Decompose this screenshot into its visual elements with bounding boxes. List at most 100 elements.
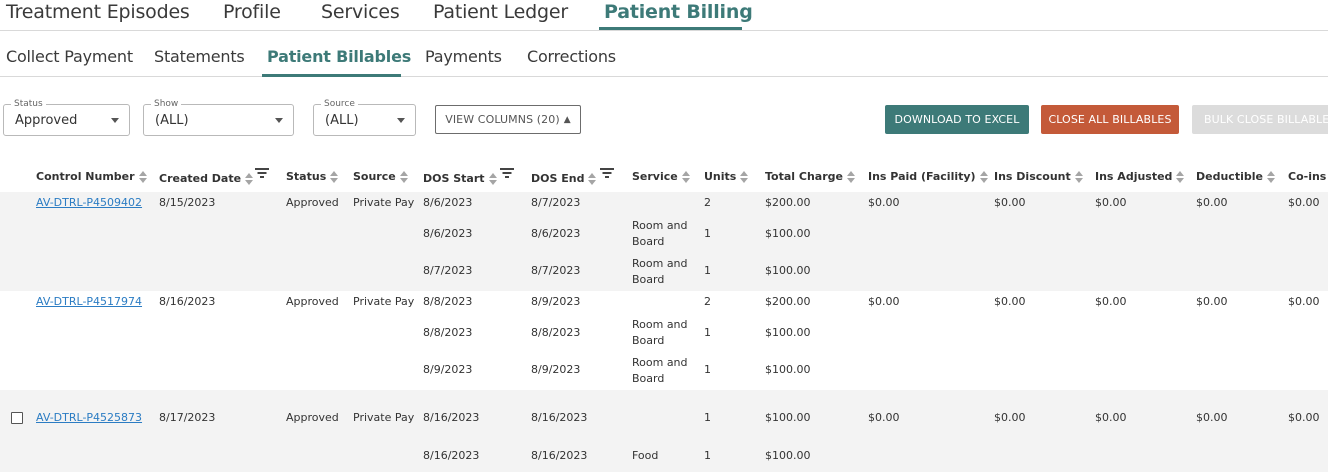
detail-dos-start-cell: 8/9/2023 [423, 363, 473, 376]
detail-service-cell: Room and Board [632, 257, 688, 286]
column-header-label: Co-ins [1288, 170, 1327, 183]
ins-paid-cell: $0.00 [868, 295, 900, 308]
filter-icon[interactable] [255, 168, 269, 178]
detail-units-cell: 1 [704, 363, 711, 376]
column-header-co-ins[interactable]: Co-ins [1288, 170, 1326, 184]
ins-adjusted-cell: $0.00 [1095, 196, 1127, 209]
sort-icon[interactable] [1176, 171, 1185, 183]
triangle-up-icon: ▲ [563, 114, 571, 125]
detail-dos-start-cell: 8/7/2023 [423, 264, 473, 277]
sort-icon[interactable] [138, 171, 147, 183]
detail-total-charge-cell: $100.00 [765, 264, 811, 277]
detail-service-cell: Room and Board [632, 356, 688, 385]
column-header-label: Units [704, 170, 737, 183]
subtab-payments[interactable]: Payments [425, 47, 502, 67]
sort-icon[interactable] [846, 171, 855, 183]
subtab-statements[interactable]: Statements [154, 47, 245, 67]
coins-cell: $0.00 [1288, 196, 1320, 209]
sort-icon[interactable] [245, 173, 254, 185]
tab-services[interactable]: Services [321, 0, 400, 24]
tab-patient-ledger[interactable]: Patient Ledger [433, 0, 568, 24]
column-header-status[interactable]: Status [286, 170, 339, 184]
column-header-ins-adjusted[interactable]: Ins Adjusted [1095, 170, 1185, 184]
control-number-link[interactable]: AV-DTRL-P4517974 [36, 294, 142, 310]
view-columns-button[interactable]: VIEW COLUMNS (20) ▲ [435, 105, 581, 134]
column-header-label: Status [286, 170, 327, 183]
source-select[interactable]: Source (ALL) [313, 98, 416, 136]
column-header-ins-discount[interactable]: Ins Discount [994, 170, 1083, 184]
column-header-deductible[interactable]: Deductible [1196, 170, 1275, 184]
detail-dos-end-cell: 8/9/2023 [531, 363, 581, 376]
column-header-total-charge[interactable]: Total Charge [765, 170, 855, 184]
ins-discount-cell: $0.00 [994, 196, 1026, 209]
billable-group [0, 390, 1328, 472]
subtab-collect-payment[interactable]: Collect Payment [6, 47, 133, 67]
row-select-checkbox[interactable] [11, 412, 23, 424]
ins-adjusted-cell: $0.00 [1095, 411, 1127, 424]
status-select-value: Approved [15, 113, 78, 128]
filter-icon[interactable] [500, 168, 514, 178]
subtab-patient-billables[interactable]: Patient Billables [267, 47, 411, 67]
sort-icon[interactable] [588, 173, 597, 185]
sort-icon[interactable] [740, 171, 749, 183]
column-header-source[interactable]: Source [353, 170, 408, 184]
column-header-control-number[interactable]: Control Number [36, 170, 147, 184]
column-header-label: Ins Paid (Facility) [868, 170, 976, 183]
sort-icon[interactable] [399, 171, 408, 183]
detail-dos-start-cell: 8/16/2023 [423, 449, 480, 462]
detail-total-charge-cell: $100.00 [765, 227, 811, 240]
column-header-dos-end[interactable]: DOS End [531, 172, 597, 186]
ins-discount-cell: $0.00 [994, 295, 1026, 308]
source-cell: Private Pay [353, 295, 415, 308]
detail-units-cell: 1 [704, 227, 711, 240]
column-header-dos-start[interactable]: DOS Start [423, 172, 497, 186]
sort-icon[interactable] [979, 171, 988, 183]
ins-paid-cell: $0.00 [868, 196, 900, 209]
tab-profile[interactable]: Profile [223, 0, 281, 24]
control-number-link[interactable]: AV-DTRL-P4509402 [36, 195, 142, 211]
detail-total-charge-cell: $100.00 [765, 449, 811, 462]
sub-tab-bar: Collect Payment Statements Patient Billa… [0, 31, 1328, 77]
show-select[interactable]: Show (ALL) [143, 98, 294, 136]
column-header-service[interactable]: Service [632, 170, 690, 184]
status-cell: Approved [286, 295, 339, 308]
sort-icon[interactable] [1074, 171, 1083, 183]
column-header-ins-paid-facility[interactable]: Ins Paid (Facility) [868, 170, 988, 184]
sort-icon[interactable] [488, 173, 497, 185]
detail-units-cell: 1 [704, 449, 711, 462]
ins-discount-cell: $0.00 [994, 411, 1026, 424]
column-header-label: Total Charge [765, 170, 843, 183]
control-number-link[interactable]: AV-DTRL-P4525873 [36, 410, 142, 426]
column-header-label: DOS End [531, 172, 585, 185]
detail-dos-start-cell: 8/6/2023 [423, 227, 473, 240]
dos-start-cell: 8/6/2023 [423, 196, 473, 209]
filter-icon[interactable] [600, 168, 614, 178]
ins-paid-cell: $0.00 [868, 411, 900, 424]
source-select-value: (ALL) [325, 113, 359, 128]
column-header-label: Ins Discount [994, 170, 1071, 183]
source-cell: Private Pay [353, 411, 415, 424]
active-tab-indicator [599, 27, 742, 30]
close-all-billables-button[interactable]: CLOSE ALL BILLABLES [1041, 105, 1179, 134]
detail-total-charge-cell: $100.00 [765, 363, 811, 376]
deductible-cell: $0.00 [1196, 196, 1228, 209]
bulk-close-billables-button[interactable]: BULK CLOSE BILLABLES [1192, 105, 1328, 134]
status-select[interactable]: Status Approved [3, 98, 130, 136]
column-header-label: Deductible [1196, 170, 1263, 183]
sort-icon[interactable] [681, 171, 690, 183]
status-select-legend: Status [11, 98, 46, 110]
active-subtab-indicator [262, 74, 401, 77]
units-cell: 1 [704, 411, 711, 424]
column-header-label: Source [353, 170, 396, 183]
column-header-created-date[interactable]: Created Date [159, 172, 254, 186]
detail-dos-start-cell: 8/8/2023 [423, 326, 473, 339]
status-cell: Approved [286, 196, 339, 209]
column-header-units[interactable]: Units [704, 170, 749, 184]
sort-icon[interactable] [1266, 171, 1275, 183]
tab-patient-billing[interactable]: Patient Billing [604, 0, 753, 24]
detail-dos-end-cell: 8/7/2023 [531, 264, 581, 277]
download-excel-button[interactable]: DOWNLOAD TO EXCEL [885, 105, 1029, 134]
tab-treatment-episodes[interactable]: Treatment Episodes [6, 0, 190, 24]
sort-icon[interactable] [330, 171, 339, 183]
subtab-corrections[interactable]: Corrections [527, 47, 616, 67]
